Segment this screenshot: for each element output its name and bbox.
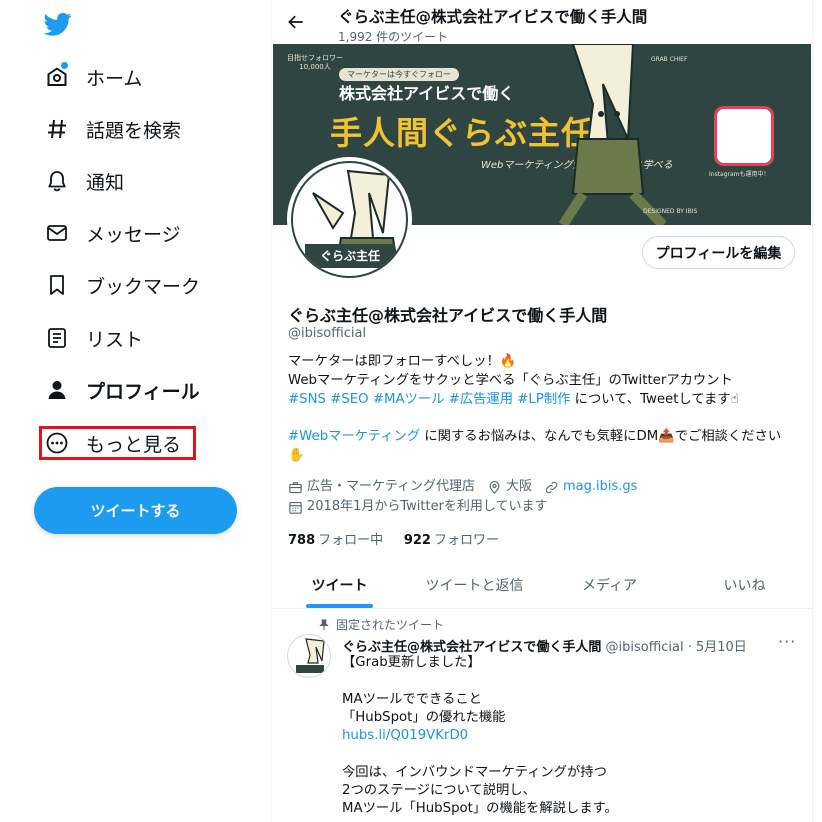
bio-blank-line xyxy=(288,409,796,428)
nav-lists-label: リスト xyxy=(86,328,144,351)
nav-explore-label: 話題を検索 xyxy=(86,119,182,142)
location-pin-icon xyxy=(489,480,500,494)
profile-column: ぐらぶ主任@株式会社アイビスで働く手人間 1,992 件のツイート 目指せフォロ… xyxy=(271,0,813,822)
nav-profile[interactable]: プロフィール xyxy=(44,373,200,407)
follow-stats: 788 フォロー中 922 フォロワー xyxy=(288,529,499,548)
nav-home[interactable]: ホーム xyxy=(44,60,142,94)
calendar-icon xyxy=(289,501,302,514)
profile-avatar[interactable]: ぐらぶ主任 xyxy=(287,157,412,282)
tweet-line: 「HubSpot」の優れた機能 xyxy=(342,709,506,725)
profile-handle: @ibisofficial xyxy=(288,326,367,341)
envelope-icon xyxy=(44,220,70,246)
tab-tweets[interactable]: ツイート xyxy=(272,562,407,608)
tweet-line: 【Grab更新しました】 xyxy=(342,655,481,670)
edit-profile-button[interactable]: プロフィールを編集 xyxy=(642,236,795,269)
tweet-line: 今回は、インバウンドマーケティングが持つ xyxy=(342,764,607,780)
tweet-body: 【Grab更新しました】 MAツールでできること 「HubSpot」の優れた機能… xyxy=(342,654,782,819)
nav-profile-label: プロフィール xyxy=(86,380,200,403)
tweet-count: 1,992 件のツイート xyxy=(338,30,449,44)
tab-media[interactable]: メディア xyxy=(542,562,677,608)
tweet-line xyxy=(342,745,782,763)
nav-messages-label: メッセージ xyxy=(86,223,181,246)
person-icon xyxy=(44,377,70,403)
briefcase-icon xyxy=(289,481,302,493)
bio-line: Webマーケティングをサクッと学べる「ぐらぶ主任」のTwitterアカウント xyxy=(288,372,733,388)
nav-home-label: ホーム xyxy=(86,67,143,90)
profile-location: 大阪 xyxy=(487,477,532,497)
tweet-header: ぐらぶ主任@株式会社アイビスで働く手人間 @ibisofficial · 5月1… xyxy=(342,636,747,655)
pin-icon xyxy=(319,619,329,630)
list-icon xyxy=(44,325,70,351)
profile-tabs: ツイート ツイートと返信 メディア いいね xyxy=(272,562,812,609)
tweet-author-name[interactable]: ぐらぶ主任@株式会社アイビスで働く手人間 xyxy=(342,640,601,655)
followers-link[interactable]: 922 フォロワー xyxy=(404,533,499,548)
red-highlight-box xyxy=(39,426,196,460)
nav-notifications[interactable]: 通知 xyxy=(44,164,124,198)
page-title: ぐらぶ主任@株式会社アイビスで働く手人間 xyxy=(338,8,648,26)
avatar-badge: ぐらぶ主任 xyxy=(305,244,395,268)
pinned-tweet-label: 固定されたツイート xyxy=(318,616,444,633)
bio-line: マーケターは即フォローすべしッ！🔥 xyxy=(288,354,517,369)
banner-follower-goal: 目指せフォロワー 10,000人 xyxy=(287,54,343,71)
profile-joined: 2018年1月からTwitterを利用しています xyxy=(288,497,548,517)
tab-likes[interactable]: いいね xyxy=(677,562,812,608)
profile-avatar-image: ぐらぶ主任 xyxy=(291,161,408,278)
home-icon xyxy=(44,62,70,90)
tweet-avatar-hand xyxy=(296,638,325,673)
bio-line: ✋ xyxy=(288,447,305,463)
twitter-logo-icon[interactable] xyxy=(44,10,72,38)
banner-line1: 株式会社アイビスで働く xyxy=(339,84,515,103)
bio-hashtag-web-marketing[interactable]: #Webマーケティング xyxy=(288,429,420,444)
bookmark-icon xyxy=(44,272,70,298)
tweet-author-avatar[interactable] xyxy=(287,634,331,678)
banner-hand-character xyxy=(558,44,667,225)
tweet-line: MAツール「HubSpot」の機能を解説します。 xyxy=(342,801,618,817)
bio-hashtags[interactable]: #SNS #SEO #MAツール #広告運用 #LP制作 xyxy=(288,392,570,407)
tweet-button[interactable]: ツイートする xyxy=(34,487,237,534)
nav-lists[interactable]: リスト xyxy=(44,321,143,355)
tweet-link[interactable]: hubs.li/Q019VKrD0 xyxy=(342,727,782,745)
tweet-line: MAツールでできること xyxy=(342,691,482,707)
sidebar: ホーム 話題を検索 通知 メッセージ ブックマーク リスト プロフィール もっと… xyxy=(0,0,271,822)
tweet-line xyxy=(342,672,782,690)
tab-tweets-and-replies[interactable]: ツイートと返信 xyxy=(407,562,542,608)
profile-name: ぐらぶ主任@株式会社アイビスで働く手人間 xyxy=(288,306,608,325)
profile-url[interactable]: mag.ibis.gs xyxy=(544,477,637,497)
bell-icon xyxy=(44,168,70,194)
nav-notifications-label: 通知 xyxy=(86,171,125,194)
bio-line: #SNS #SEO #MAツール #広告運用 #LP制作 について、Tweetし… xyxy=(288,391,739,407)
tweet-line: 2つのステージについて説明し、 xyxy=(342,783,536,799)
banner-instagram-text: Instagramも運用中！ xyxy=(709,171,770,178)
tweet-handle-date[interactable]: @ibisofficial · 5月10日 xyxy=(601,640,746,655)
bio-line: #Webマーケティング に関するお悩みは、なんでも気軽にDM📤でご相談ください xyxy=(288,429,782,445)
following-link[interactable]: 788 フォロー中 xyxy=(288,533,383,548)
profile-category: 広告・マーケティング代理店 xyxy=(288,477,475,497)
profile-bio: マーケターは即フォローすべしッ！🔥 Webマーケティングをサクッと学べる「ぐらぶ… xyxy=(288,353,796,466)
hashtag-icon xyxy=(44,116,70,142)
nav-bookmarks[interactable]: ブックマーク xyxy=(44,268,200,302)
tweet-more-icon[interactable]: ··· xyxy=(778,632,796,651)
nav-explore[interactable]: 話題を検索 xyxy=(44,112,181,146)
banner-designed-by: DESIGNED BY IBIS xyxy=(643,208,698,215)
nav-messages[interactable]: メッセージ xyxy=(44,216,181,250)
profile-meta: 広告・マーケティング代理店 大阪 mag.ibis.gs 2018年1月からTw… xyxy=(288,477,649,517)
nav-bookmarks-label: ブックマーク xyxy=(86,275,201,298)
link-icon xyxy=(545,481,558,493)
notification-dot xyxy=(61,62,68,69)
back-arrow-icon[interactable] xyxy=(286,12,306,32)
banner-instagram-badge xyxy=(714,106,774,166)
profile-header-bar: ぐらぶ主任@株式会社アイビスで働く手人間 1,992 件のツイート xyxy=(272,0,812,44)
